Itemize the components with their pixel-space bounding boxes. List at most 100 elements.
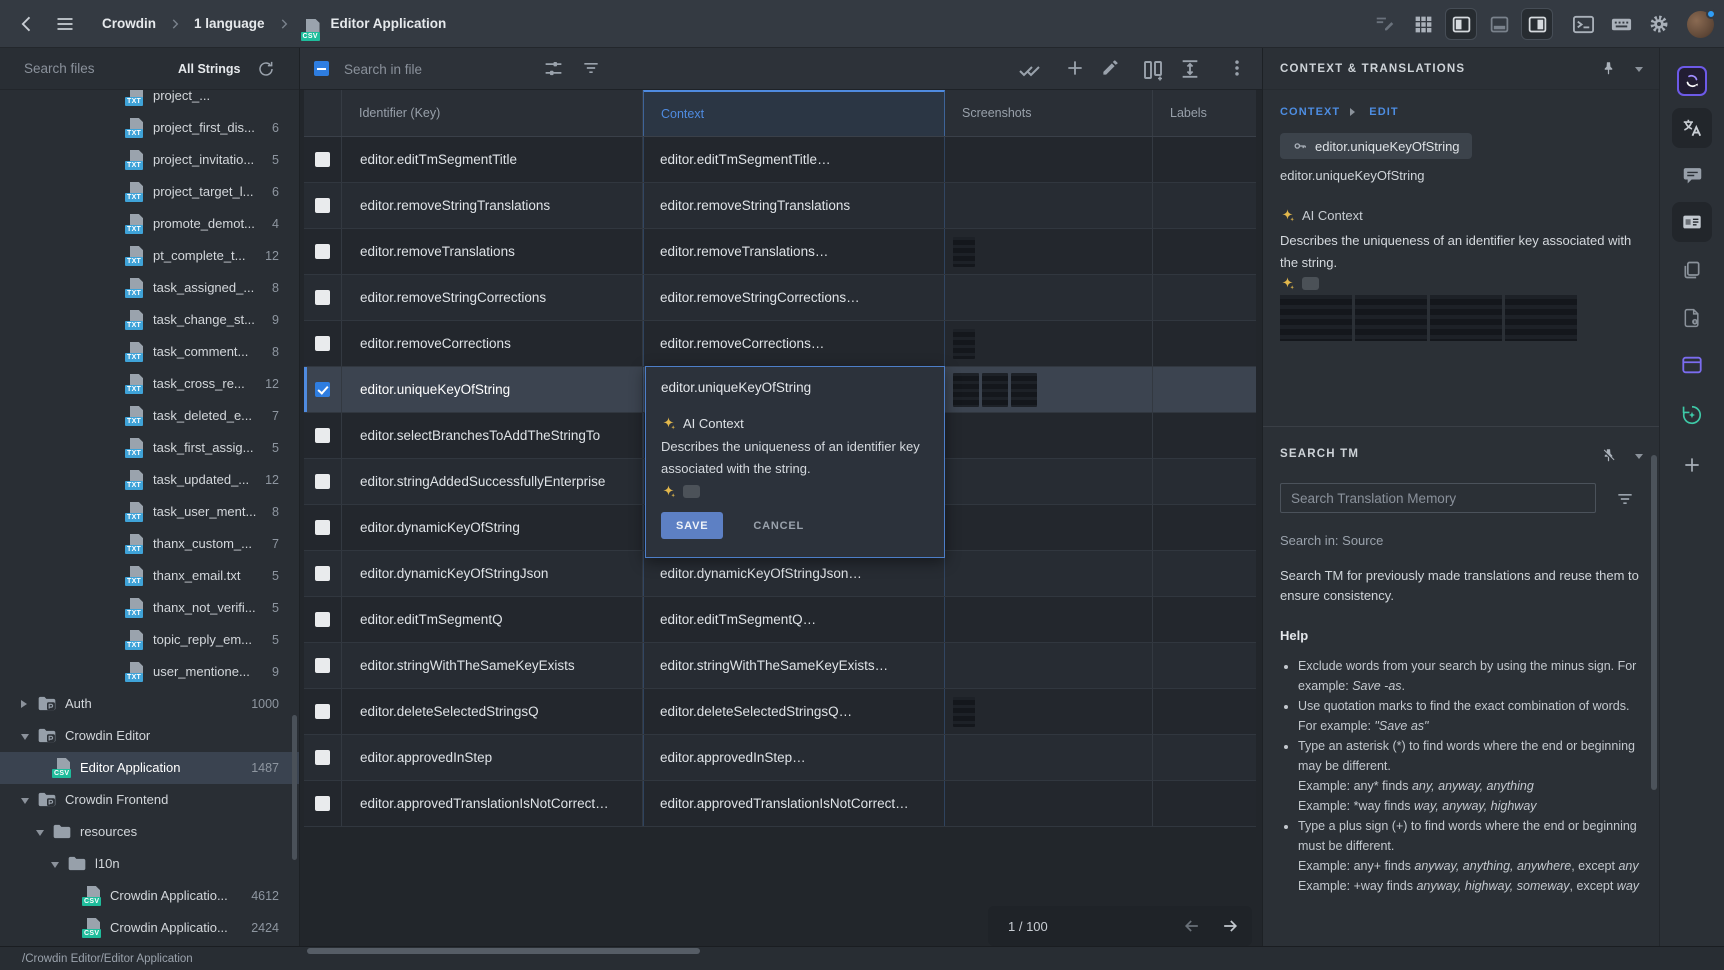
tree-file-item[interactable]: TXTtopic_reply_em...5 [0, 624, 299, 656]
row-checkbox[interactable] [315, 336, 330, 351]
screenshot-thumbnail[interactable] [953, 697, 975, 727]
tree-folder-item[interactable]: resources [0, 816, 299, 848]
row-height-icon[interactable] [1179, 58, 1201, 80]
tab-context[interactable]: CONTEXT [1280, 106, 1340, 118]
table-row[interactable]: editor.removeStringTranslations editor.r… [304, 183, 1256, 229]
tree-file-item[interactable]: TXTtask_assigned_...8 [0, 272, 299, 304]
identifier-cell[interactable]: editor.approvedTranslationIsNotCorrect… [342, 781, 643, 826]
table-row[interactable]: editor.stringWithTheSameKeyExists editor… [304, 643, 1256, 689]
screenshots-cell[interactable] [945, 459, 1153, 504]
breadcrumb-language[interactable]: 1 language [194, 16, 265, 31]
identifier-cell[interactable]: editor.stringAddedSuccessfullyEnterprise [342, 459, 643, 504]
identifier-cell[interactable]: editor.dynamicKeyOfStringJson [342, 551, 643, 596]
strings-filter-dropdown[interactable]: All Strings [178, 62, 241, 76]
screenshots-cell[interactable] [945, 505, 1153, 550]
search-in-file-input[interactable] [342, 55, 532, 83]
labels-cell[interactable] [1153, 689, 1256, 734]
identifier-cell[interactable]: editor.stringWithTheSameKeyExists [342, 643, 643, 688]
save-button[interactable]: SAVE [661, 512, 723, 539]
table-row[interactable]: editor.approvedInStep editor.approvedInS… [304, 735, 1256, 781]
header-labels[interactable]: Labels [1153, 90, 1256, 136]
tree-file-item[interactable]: TXTpromote_demot...4 [0, 208, 299, 240]
screenshots-cell[interactable] [945, 597, 1153, 642]
screenshots-cell[interactable] [945, 137, 1153, 182]
pin-off-icon[interactable] [1601, 448, 1616, 463]
screenshot-thumbnail[interactable] [1430, 295, 1502, 341]
pin-icon[interactable] [1601, 61, 1616, 76]
tree-file-item[interactable]: TXTtask_deleted_e...7 [0, 400, 299, 432]
labels-cell[interactable] [1153, 183, 1256, 228]
horizontal-scrollbar[interactable] [307, 948, 700, 954]
settings-gear-icon[interactable] [1643, 8, 1675, 40]
identifier-cell[interactable]: editor.removeCorrections [342, 321, 643, 366]
labels-cell[interactable] [1153, 137, 1256, 182]
labels-cell[interactable] [1153, 321, 1256, 366]
tab-edit[interactable]: EDIT [1369, 106, 1398, 118]
keyboard-shortcuts-icon[interactable] [1605, 8, 1637, 40]
row-checkbox[interactable] [315, 474, 330, 489]
header-screenshots[interactable]: Screenshots [945, 90, 1153, 136]
row-checkbox[interactable] [315, 612, 330, 627]
tree-file-item[interactable]: TXTthanx_custom_...7 [0, 528, 299, 560]
layout-left-panel-icon[interactable] [1445, 8, 1477, 40]
table-row[interactable]: editor.removeCorrections editor.removeCo… [304, 321, 1256, 367]
add-string-icon[interactable] [1065, 58, 1085, 78]
tree-folder-item[interactable]: Crowdin Editor [0, 720, 299, 752]
row-checkbox[interactable] [315, 704, 330, 719]
screenshots-cell[interactable] [945, 551, 1153, 596]
identifier-cell[interactable]: editor.deleteSelectedStringsQ [342, 689, 643, 734]
screenshot-thumbnail[interactable] [1280, 295, 1352, 341]
table-row[interactable]: editor.editTmSegmentQ editor.editTmSegme… [304, 597, 1256, 643]
context-cell[interactable]: editor.removeStringTranslations [643, 183, 945, 228]
tree-folder-item[interactable]: Crowdin Frontend [0, 784, 299, 816]
table-row[interactable]: editor.removeStringCorrections editor.re… [304, 275, 1256, 321]
context-cell[interactable]: editor.deleteSelectedStringsQ… [643, 689, 945, 734]
sidebar-scrollbar[interactable] [292, 715, 297, 860]
labels-cell[interactable] [1153, 643, 1256, 688]
labels-cell[interactable] [1153, 551, 1256, 596]
screenshots-cell[interactable] [945, 781, 1153, 826]
row-checkbox[interactable] [315, 244, 330, 259]
context-cell[interactable]: editor.removeStringCorrections… [643, 275, 945, 320]
layout-right-panel-icon[interactable] [1521, 8, 1553, 40]
context-cell[interactable]: editor.approvedInStep… [643, 735, 945, 780]
context-cell[interactable]: editor.editTmSegmentTitle… [643, 137, 945, 182]
more-options-icon[interactable] [1227, 58, 1247, 78]
chevron-down-icon[interactable] [1635, 67, 1643, 72]
cancel-button[interactable]: CANCEL [747, 519, 810, 533]
panel-scrollbar[interactable] [1651, 455, 1657, 790]
expand-arrow-icon[interactable] [51, 862, 59, 868]
labels-cell[interactable] [1153, 505, 1256, 550]
table-row[interactable]: editor.removeTranslations editor.removeT… [304, 229, 1256, 275]
approve-all-icon[interactable] [1018, 58, 1042, 82]
labels-cell[interactable] [1153, 275, 1256, 320]
expand-arrow-icon[interactable] [21, 798, 29, 804]
context-cell[interactable]: editor.removeCorrections… [643, 321, 945, 366]
screenshot-thumbnail[interactable] [953, 329, 975, 359]
add-panel-icon[interactable] [1672, 445, 1712, 485]
identifier-cell[interactable]: editor.removeTranslations [342, 229, 643, 274]
comments-tab-icon[interactable] [1672, 155, 1712, 195]
screenshot-thumbnail[interactable] [953, 237, 975, 267]
tree-folder-item[interactable]: Auth1000 [0, 688, 299, 720]
tree-file-item[interactable]: TXTuser_mentione...9 [0, 656, 299, 688]
header-identifier[interactable]: Identifier (Key) [342, 90, 643, 136]
expand-arrow-icon[interactable] [21, 734, 29, 740]
tree-file-item[interactable]: TXTtask_updated_...12 [0, 464, 299, 496]
file-info-tab-icon[interactable] [1672, 298, 1712, 338]
menu-icon[interactable] [50, 9, 80, 39]
breadcrumb-project[interactable]: Crowdin [102, 16, 156, 31]
user-avatar[interactable] [1687, 11, 1714, 38]
tree-file-item[interactable]: TXTtask_user_ment...8 [0, 496, 299, 528]
search-files-input[interactable] [22, 60, 172, 77]
screenshots-cell[interactable] [945, 275, 1153, 320]
tree-file-item[interactable]: TXTthanx_not_verifi...5 [0, 592, 299, 624]
refresh-icon[interactable] [257, 60, 275, 78]
expand-arrow-icon[interactable] [36, 830, 44, 836]
breadcrumb-file[interactable]: Editor Application [331, 16, 447, 31]
back-icon[interactable] [12, 9, 42, 39]
screenshot-thumbnail[interactable] [1505, 295, 1577, 341]
header-context[interactable]: Context [643, 90, 945, 136]
row-checkbox[interactable] [315, 152, 330, 167]
chevron-down-icon[interactable] [1635, 454, 1643, 459]
